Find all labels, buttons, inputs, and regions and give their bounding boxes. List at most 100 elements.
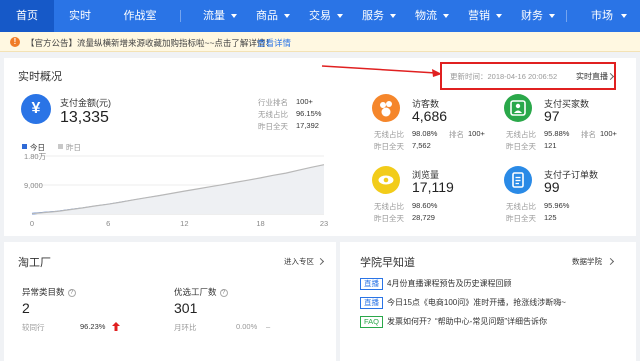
payment-label: 支付金额(元) bbox=[60, 98, 111, 108]
chevron-down-icon bbox=[231, 14, 237, 18]
chevron-down-icon bbox=[337, 14, 343, 18]
legend-yesterday-swatch bbox=[58, 144, 63, 149]
enter-zone-link[interactable]: 进入专区 bbox=[284, 256, 314, 267]
chevron-down-icon bbox=[390, 14, 396, 18]
abnormal-categories-value: 2 bbox=[22, 300, 30, 316]
help-icon[interactable]: ? bbox=[67, 289, 76, 297]
nav-item-market[interactable]: 市场 bbox=[582, 0, 622, 32]
rank-value: 100+ bbox=[296, 97, 313, 106]
announcement-bar: ! 【官方公告】流量纵横新增来源收藏加购指标啦~~点击了解详情！ 查看详情 bbox=[0, 32, 640, 52]
sub-orders-yesterday-label: 昨日全天 bbox=[506, 214, 536, 223]
academy-panel: 学院早知道 数据学院 直播 4月份直播课程预告及历史课程回顾 直播 今日15点《电商… bbox=[340, 242, 636, 361]
wireless-value: 96.15% bbox=[296, 109, 322, 118]
list-item-text: 发票如何开？“帮助中心-常见问题”详细告诉你 bbox=[387, 317, 548, 326]
abnormal-categories-label: 异常类目数 bbox=[22, 287, 65, 297]
annotation-arrow bbox=[321, 65, 442, 77]
update-time-box: 更新时间：2018-04-16 20:06:52 实时直播 bbox=[440, 62, 616, 90]
nav-item-service[interactable]: 服务 bbox=[353, 0, 393, 32]
nav-divider bbox=[566, 10, 567, 22]
list-item[interactable]: FAQ 发票如何开？“帮助中心-常见问题”详细告诉你 bbox=[360, 316, 547, 328]
nav-divider bbox=[180, 10, 181, 22]
list-item-text: 今日15点《电商100问》准时开播，抢涨线涉断嗨~ bbox=[387, 298, 566, 307]
legend-today-swatch bbox=[22, 144, 27, 149]
series-area-yesterday bbox=[32, 164, 324, 214]
view-details-link[interactable]: 查看详情 bbox=[257, 37, 291, 49]
page-views-icon bbox=[372, 166, 400, 194]
preferred-factories-label-wrap: 优选工厂数? bbox=[174, 286, 228, 298]
x-tick-label: 23 bbox=[320, 219, 328, 228]
arrow-up-icon bbox=[112, 322, 120, 331]
page-views-wireless-value: 98.60% bbox=[412, 201, 438, 210]
x-tick-label: 0 bbox=[30, 219, 34, 228]
nav-item-logistics[interactable]: 物流 bbox=[406, 0, 446, 32]
chevron-down-icon bbox=[621, 14, 627, 18]
visitors-yesterday-value: 7,562 bbox=[412, 141, 431, 150]
chevron-right-icon bbox=[316, 257, 325, 266]
page-views-value: 17,119 bbox=[412, 179, 454, 195]
visitors-wireless-value: 98.08% bbox=[412, 129, 438, 138]
x-tick-label: 12 bbox=[180, 219, 188, 228]
preferred-factories-label: 优选工厂数 bbox=[174, 287, 217, 297]
sub-orders-wireless-value: 95.96% bbox=[544, 201, 570, 210]
sub-orders-value: 99 bbox=[544, 179, 560, 195]
list-item[interactable]: 直播 4月份直播课程预告及历史课程回顾 bbox=[360, 278, 511, 290]
list-item-text: 4月份直播课程预告及历史课程回顾 bbox=[387, 279, 512, 288]
nav-item-finance[interactable]: 财务 bbox=[512, 0, 552, 32]
buyers-icon bbox=[504, 94, 532, 122]
page-views-wireless-label: 无线占比 bbox=[374, 202, 404, 211]
visitors-yesterday-label: 昨日全天 bbox=[374, 142, 404, 151]
live-broadcast-link[interactable]: 实时直播 bbox=[576, 71, 608, 82]
announcement-text: 【官方公告】流量纵横新增来源收藏加购指标啦~~点击了解详情！ bbox=[26, 38, 274, 48]
mom-trend: – bbox=[266, 322, 271, 331]
preferred-factories-value: 301 bbox=[174, 300, 198, 316]
data-academy-link[interactable]: 数据学院 bbox=[572, 256, 602, 267]
yesterday-value: 17,392 bbox=[296, 121, 319, 130]
sub-orders-yesterday-value: 125 bbox=[544, 213, 557, 222]
buyers-yesterday-value: 121 bbox=[544, 141, 557, 150]
mom-label: 月环比 bbox=[174, 323, 197, 332]
nav-item-war-room[interactable]: 作战室 bbox=[112, 0, 168, 32]
buyers-rank-label: 排名 bbox=[581, 130, 596, 139]
visitors-rank-value: 100+ bbox=[468, 129, 485, 138]
sub-orders-wireless-label: 无线占比 bbox=[506, 202, 536, 211]
buyers-value: 97 bbox=[544, 108, 560, 124]
top-nav: 首页 实时 作战室 流量 商品 交易 服务 物流 营销 财务 市场 bbox=[0, 0, 640, 32]
live-tag: 直播 bbox=[360, 278, 383, 290]
chevron-right-icon bbox=[606, 257, 615, 266]
compare-peers-label: 较同行 bbox=[22, 323, 45, 332]
nav-item-marketing[interactable]: 营销 bbox=[459, 0, 499, 32]
buyers-wireless-value: 95.88% bbox=[544, 129, 570, 138]
nav-item-home[interactable]: 首页 bbox=[0, 0, 54, 32]
chevron-down-icon bbox=[284, 14, 290, 18]
nav-item-trade[interactable]: 交易 bbox=[300, 0, 340, 32]
panel-title: 实时概况 bbox=[18, 71, 62, 83]
yesterday-label: 昨日全天 bbox=[258, 122, 288, 131]
buyers-wireless-label: 无线占比 bbox=[506, 130, 536, 139]
taobao-factory-panel: 淘工厂 进入专区 异常类目数? 2 较同行 96.23% 优选工厂数? 301 … bbox=[4, 242, 336, 361]
page-views-yesterday-value: 28,729 bbox=[412, 213, 435, 222]
update-time: 更新时间：2018-04-16 20:06:52 bbox=[450, 72, 558, 81]
nav-item-product[interactable]: 商品 bbox=[247, 0, 287, 32]
payment-value: 13,335 bbox=[60, 109, 109, 126]
x-tick-label: 18 bbox=[256, 219, 264, 228]
visitors-icon bbox=[372, 94, 400, 122]
buyers-rank-value: 100+ bbox=[600, 129, 617, 138]
realtime-overview-panel: 实时概况 更新时间：2018-04-16 20:06:52 实时直播 ¥ 支付金… bbox=[4, 58, 636, 236]
x-tick-label: 6 bbox=[106, 219, 110, 228]
page-views-yesterday-label: 昨日全天 bbox=[374, 214, 404, 223]
panel-title: 学院早知道 bbox=[360, 257, 415, 269]
help-icon[interactable]: ? bbox=[219, 289, 228, 297]
nav-item-realtime[interactable]: 实时 bbox=[58, 0, 102, 32]
panel-title: 淘工厂 bbox=[18, 257, 51, 269]
chevron-down-icon bbox=[549, 14, 555, 18]
chevron-right-icon bbox=[606, 72, 615, 81]
nav-item-traffic[interactable]: 流量 bbox=[194, 0, 234, 32]
list-item[interactable]: 直播 今日15点《电商100问》准时开播，抢涨线涉断嗨~ bbox=[360, 297, 566, 309]
wireless-label: 无线占比 bbox=[258, 110, 288, 119]
mom-value: 0.00% bbox=[236, 322, 258, 331]
sub-orders-icon bbox=[504, 166, 532, 194]
visitors-value: 4,686 bbox=[412, 108, 448, 124]
chevron-down-icon bbox=[496, 14, 502, 18]
rank-label: 行业排名 bbox=[258, 98, 288, 107]
warning-icon: ! bbox=[10, 37, 20, 47]
